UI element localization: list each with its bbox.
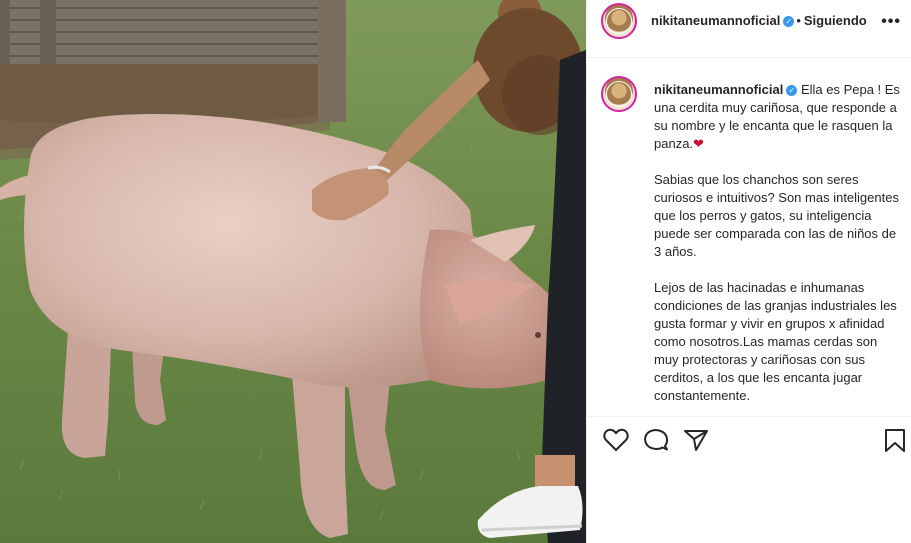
caption-paragraph-2: Sabias que los chanchos son seres curios… [654,172,899,259]
following-button[interactable]: Siguiendo [804,13,867,28]
caption-paragraph-1: nikitaneumannoficial ✓ Ella es Pepa ! Es … [654,81,900,153]
more-options-icon[interactable]: ••• [881,13,901,31]
post-photo[interactable] [0,0,586,543]
header-user-line: nikitaneumannoficial ✓ • Siguiendo [651,13,867,28]
post-sidebar: nikitaneumannoficial ✓ • Siguiendo ••• niki… [586,0,911,543]
caption-paragraph-3: Lejos de las hacinadas e inhumanas condi… [654,280,897,403]
save-button[interactable] [883,428,907,454]
heart-outline-icon [603,428,629,451]
like-button[interactable] [603,428,629,452]
pig-photo-image [0,0,586,543]
paper-plane-icon [684,430,708,451]
header-separator: • [796,13,801,28]
header-username[interactable]: nikitaneumannoficial [651,13,780,28]
verified-badge-icon: ✓ [783,16,795,27]
caption-avatar[interactable] [601,76,637,112]
caption-username[interactable]: nikitaneumannoficial [654,82,783,97]
post-caption: nikitaneumannoficial ✓ Ella es Pepa ! Es … [587,58,911,417]
comment-bubble-icon [644,429,669,451]
share-button[interactable] [683,428,709,452]
comment-button[interactable] [643,428,669,452]
post-actions-bar [587,418,911,468]
post-header: nikitaneumannoficial ✓ • Siguiendo ••• [587,0,911,58]
caption-verified-badge-icon: ✓ [786,85,798,96]
bookmark-icon [885,429,905,452]
heart-emoji-icon: ❤ [693,136,704,151]
header-avatar[interactable] [601,3,637,39]
caption-text: nikitaneumannoficial ✓ Ella es Pepa ! Es … [654,81,900,405]
